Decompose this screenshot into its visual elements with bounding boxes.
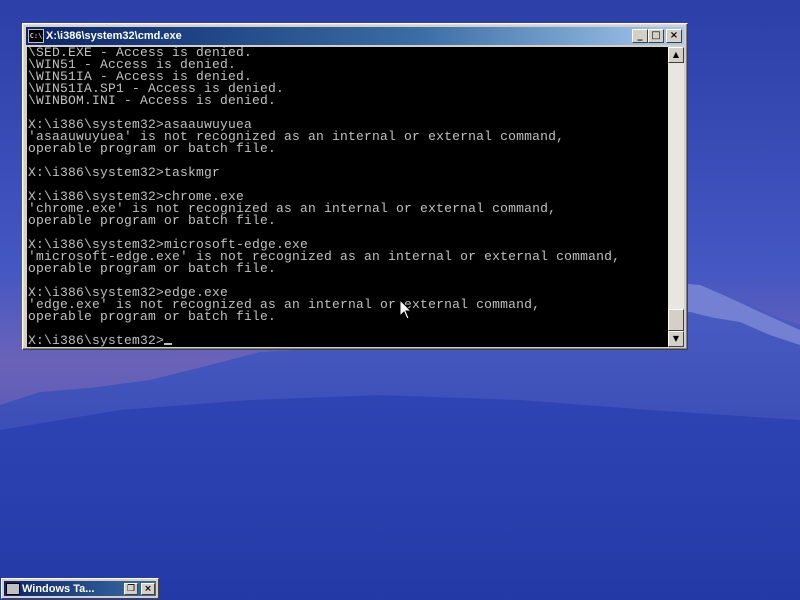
mouse-pointer-icon — [400, 300, 412, 320]
minimize-button[interactable]: _ — [632, 29, 648, 43]
window-title: X:\i386\system32\cmd.exe — [46, 30, 182, 42]
minimized-window-task-manager[interactable]: Windows Ta... ❐ × — [1, 578, 159, 599]
console-prompt: X:\i386\system32> — [28, 333, 165, 347]
text-cursor — [164, 343, 173, 345]
console-line: operable program or batch file. — [28, 261, 277, 276]
scroll-up-button[interactable]: ▲ — [668, 47, 684, 63]
scroll-down-button[interactable]: ▼ — [668, 331, 684, 347]
console-text: \SED.EXE - Access is denied. \WIN51 - Ac… — [27, 47, 668, 347]
title-bar[interactable]: C:\ X:\i386\system32\cmd.exe _ □ × — [26, 27, 684, 45]
cmd-console-icon[interactable]: C:\ — [28, 29, 44, 43]
cmd-window[interactable]: C:\ X:\i386\system32\cmd.exe _ □ × \SED.… — [22, 23, 688, 350]
console-line: operable program or batch file. — [28, 213, 277, 228]
console-output[interactable]: \SED.EXE - Access is denied. \WIN51 - Ac… — [27, 47, 668, 347]
maximize-button[interactable]: □ — [648, 29, 664, 43]
minimized-title-bar[interactable]: Windows Ta... ❐ × — [4, 581, 156, 596]
close-button[interactable]: × — [666, 29, 682, 43]
scroll-thumb[interactable] — [668, 309, 684, 331]
restore-button[interactable]: ❐ — [124, 582, 138, 595]
caption-buttons: _ □ × — [632, 29, 682, 43]
console-line: operable program or batch file. — [28, 309, 277, 324]
console-line: operable program or batch file. — [28, 141, 277, 156]
monitor-icon — [6, 582, 20, 595]
minimized-window-label: Windows Ta... — [22, 582, 95, 595]
minimized-close-button[interactable]: × — [141, 582, 155, 595]
console-line: \WINBOM.INI - Access is denied. — [28, 93, 277, 108]
vertical-scrollbar[interactable]: ▲ ▼ — [668, 47, 684, 347]
console-line: X:\i386\system32>taskmgr — [28, 165, 221, 180]
